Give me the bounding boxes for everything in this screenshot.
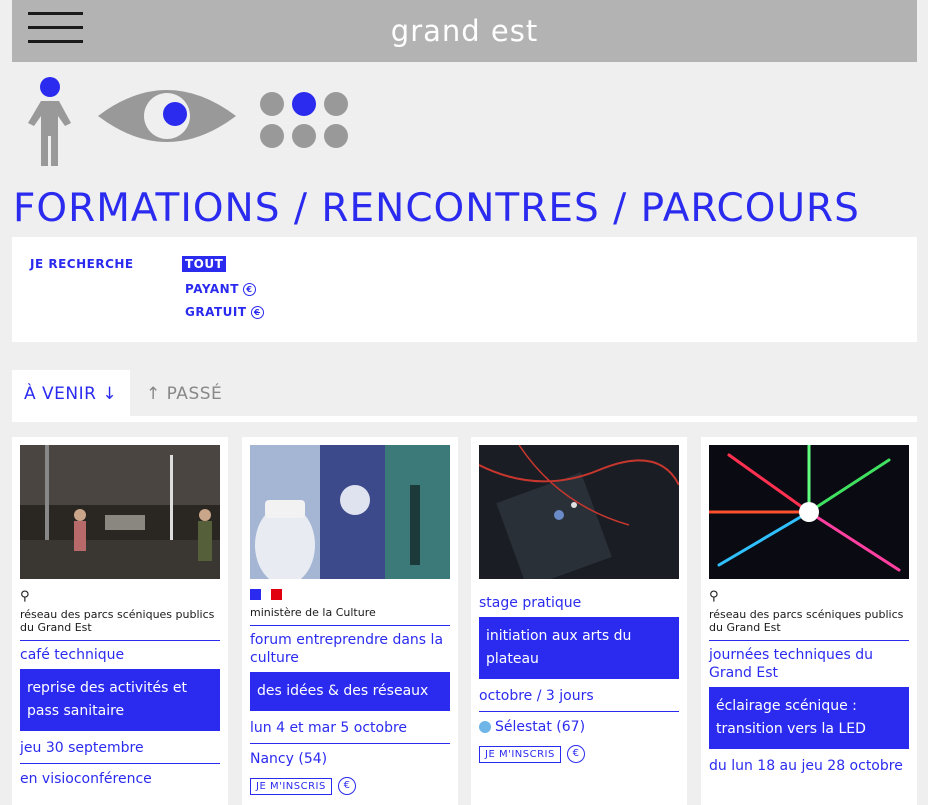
eye-icon [98,90,236,142]
event-category: forum entreprendre dans la culture [250,625,450,667]
free-euro-icon: € [250,306,264,319]
event-date: du lun 18 au jeu 28 octobre [709,758,903,774]
event-image [478,444,680,588]
site-logo[interactable]: grand est [12,14,917,48]
event-title[interactable]: éclairage scénique : transition vers la … [709,687,909,749]
event-title[interactable]: des idées & des réseaux [250,672,450,711]
tab-past[interactable]: ↑ PASSÉ [134,370,234,416]
event-place: Sélestat (67) [479,718,679,736]
filter-option-all[interactable]: TOUT [182,256,227,272]
event-place: en visioconférence [20,771,152,787]
register-button[interactable]: JE M'INSCRIS [250,778,332,795]
filter-option-paid[interactable]: PAYANT € [182,281,259,297]
braille-icon [260,92,348,148]
event-category: stage pratique [479,595,582,611]
page-title: FORMATIONS / RENCONTRES / PARCOURS [13,186,860,231]
event-card[interactable]: ⚲ réseau des parcs scéniques publics du … [12,437,228,805]
site-header: grand est [12,0,917,62]
event-image [707,443,909,579]
event-title[interactable]: reprise des activités et pass sanitaire [20,669,220,731]
event-date: octobre / 3 jours [479,687,679,712]
filter-panel: JE RECHERCHE TOUT PAYANT € GRATUIT € [12,237,917,342]
network-icon: ⚲ [20,589,30,604]
event-card[interactable]: stage pratique initiation aux arts du pl… [471,437,687,805]
tab-upcoming[interactable]: À VENIR ↓ [12,370,130,416]
euro-icon: € [242,283,256,296]
event-place: Nancy (54) [250,751,328,767]
network-icon: ⚲ [709,589,719,604]
event-card[interactable]: ⚲ réseau des parcs scéniques publics du … [701,437,917,805]
event-image [250,445,450,585]
event-title[interactable]: initiation aux arts du plateau [479,617,679,679]
filter-option-free[interactable]: GRATUIT € [182,304,267,320]
organizer: réseau des parcs scéniques publics du Gr… [20,608,215,634]
register-button[interactable]: JE M'INSCRIS [479,746,561,763]
event-image [20,445,220,579]
organizer: ministère de la Culture [250,606,376,619]
accessibility-icons [22,76,352,175]
person-icon [28,77,71,166]
event-card[interactable]: ministère de la Culture forum entreprend… [242,437,458,805]
event-category: journées techniques du Grand Est [709,640,909,682]
free-euro-icon: € [337,777,356,795]
organizer: réseau des parcs scéniques publics du Gr… [709,608,904,634]
location-dot-icon [479,721,491,733]
euro-icon: € [566,745,585,763]
filter-label: JE RECHERCHE [30,257,134,271]
republic-flag-icon [250,589,450,604]
event-date: lun 4 et mar 5 octobre [250,719,450,744]
event-date: jeu 30 septembre [20,739,220,764]
time-tabs: À VENIR ↓ ↑ PASSÉ [12,370,917,422]
event-category: café technique [20,640,220,664]
